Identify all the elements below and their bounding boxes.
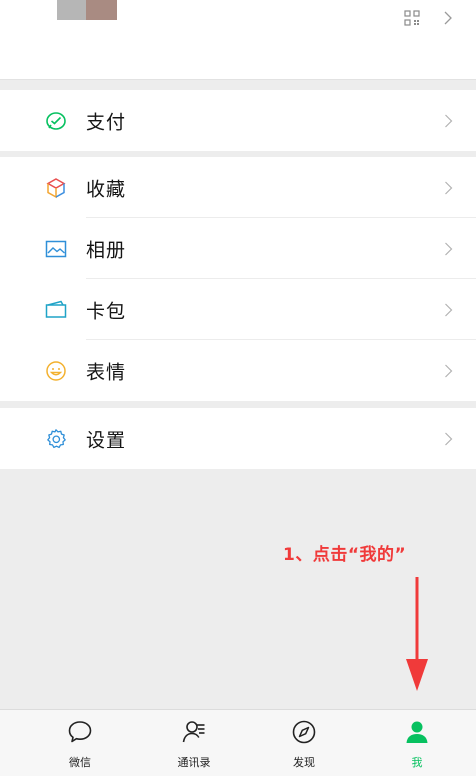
red-arrow-down-icon [406, 577, 428, 691]
compass-icon [292, 720, 316, 744]
menu-item-stickers[interactable]: 表情 [0, 340, 476, 401]
user-icon [406, 721, 428, 743]
tab-label: 我 [411, 756, 423, 769]
chevron-right-icon [445, 242, 453, 255]
favorites-cube-icon [46, 177, 66, 198]
menu-item-label: 相册 [86, 239, 127, 261]
menu-item-label: 设置 [86, 429, 127, 451]
chevron-right-icon [445, 181, 453, 194]
chevron-right-icon [445, 114, 453, 127]
tab-contacts[interactable]: 通讯录 [159, 710, 229, 776]
tab-label: 通讯录 [177, 756, 211, 769]
menu-item-label: 卡包 [86, 300, 127, 322]
tab-me[interactable]: 我 [382, 710, 452, 776]
menu-item-settings[interactable]: 设置 [0, 408, 476, 469]
smiley-icon [46, 360, 66, 381]
tab-label: 微信 [69, 756, 91, 769]
profile-header[interactable] [0, 0, 476, 80]
avatar[interactable] [57, 0, 117, 20]
chevron-right-icon [445, 364, 453, 377]
tab-label: 发现 [293, 756, 315, 769]
menu-item-pay[interactable]: 支付 [0, 90, 476, 151]
tutorial-annotation: 1、点击“我的” [283, 545, 407, 565]
gear-icon [47, 428, 66, 448]
chat-bubble-icon [68, 721, 92, 743]
chevron-right-icon [445, 432, 453, 445]
menu-item-label: 表情 [86, 361, 127, 383]
tab-chats[interactable]: 微信 [45, 710, 115, 776]
menu-item-cards[interactable]: 卡包 [0, 279, 476, 340]
bottom-tab-bar: 微信 通讯录 发现 我 [0, 709, 476, 776]
settings-group: 设置 [0, 408, 476, 469]
menu-item-album[interactable]: 相册 [0, 218, 476, 279]
chevron-right-icon [444, 11, 452, 25]
tab-discover[interactable]: 发现 [269, 710, 339, 776]
album-icon [45, 240, 67, 257]
menu-item-label: 收藏 [86, 178, 127, 200]
pay-group: 支付 [0, 90, 476, 151]
qr-code-icon[interactable] [404, 10, 420, 26]
card-wallet-icon [45, 300, 67, 318]
pay-icon [46, 111, 66, 130]
menu-item-favorites[interactable]: 收藏 [0, 157, 476, 218]
chevron-right-icon [445, 303, 453, 316]
menu-item-label: 支付 [86, 111, 127, 133]
contacts-icon [182, 721, 205, 743]
features-group: 收藏 相册 卡包 表情 [0, 157, 476, 401]
